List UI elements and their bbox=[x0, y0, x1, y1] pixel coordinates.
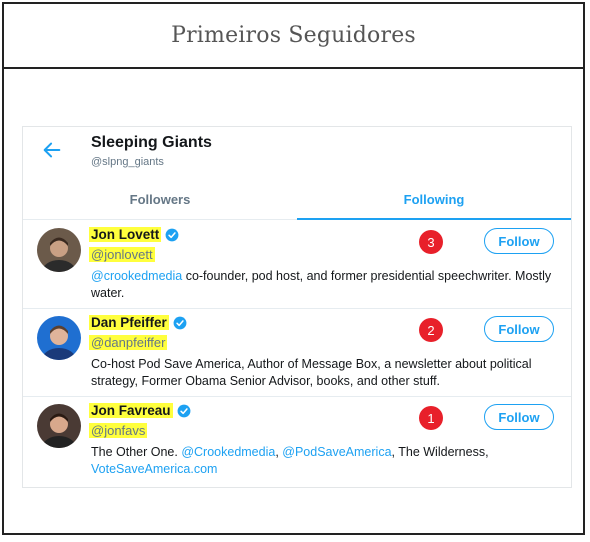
follow-button[interactable]: Follow bbox=[484, 228, 554, 254]
user-row[interactable]: Jon Favreau @jonfavs 1 Follow The Other … bbox=[23, 396, 571, 484]
figure-title: Primeiros Seguidores bbox=[171, 23, 416, 48]
bio-text: , The Wilderness, bbox=[391, 445, 489, 459]
user-bio: Co-host Pod Save America, Author of Mess… bbox=[91, 356, 561, 390]
rank-badge: 1 bbox=[419, 406, 443, 430]
tab-bar: Followers Following bbox=[23, 179, 571, 220]
user-handle: @jonlovett bbox=[89, 247, 155, 262]
user-name[interactable]: Jon Favreau bbox=[89, 403, 173, 418]
verified-badge-icon bbox=[177, 404, 190, 417]
bio-text: Co-host Pod Save America, Author of Mess… bbox=[91, 357, 532, 388]
user-name-line: Jon Lovett bbox=[89, 227, 179, 242]
tab-following[interactable]: Following bbox=[297, 179, 571, 220]
back-arrow-icon[interactable] bbox=[41, 139, 63, 161]
user-name-line: Jon Favreau bbox=[89, 403, 191, 418]
rank-badge: 2 bbox=[419, 318, 443, 342]
bio-link[interactable]: @crookedmedia bbox=[91, 269, 182, 283]
bio-link[interactable]: @Crookedmedia bbox=[181, 445, 275, 459]
profile-header: Sleeping Giants @slpng_giants bbox=[23, 127, 571, 179]
user-name[interactable]: Dan Pfeiffer bbox=[89, 315, 169, 330]
avatar[interactable] bbox=[37, 228, 81, 272]
user-bio: The Other One. @Crookedmedia, @PodSaveAm… bbox=[91, 444, 561, 478]
user-name-line: Dan Pfeiffer bbox=[89, 315, 187, 330]
tab-followers[interactable]: Followers bbox=[23, 179, 297, 219]
user-bio: @crookedmedia co-founder, pod host, and … bbox=[91, 268, 561, 302]
account-handle: @slpng_giants bbox=[91, 156, 164, 168]
user-row[interactable]: Jon Lovett @jonlovett 3 Follow @crookedm… bbox=[23, 220, 571, 309]
verified-badge-icon bbox=[165, 228, 179, 241]
verified-badge-icon bbox=[173, 316, 187, 329]
user-name[interactable]: Jon Lovett bbox=[89, 227, 162, 242]
figure-frame: Primeiros Seguidores Sleeping Giants @sl… bbox=[2, 2, 585, 535]
avatar[interactable] bbox=[37, 404, 81, 448]
bio-link[interactable]: VoteSaveAmerica.com bbox=[91, 462, 217, 476]
user-handle: @jonfavs bbox=[89, 423, 148, 438]
avatar[interactable] bbox=[37, 316, 81, 360]
twitter-following-panel: Sleeping Giants @slpng_giants Followers … bbox=[22, 126, 572, 488]
follow-button[interactable]: Follow bbox=[484, 316, 554, 342]
follow-button[interactable]: Follow bbox=[484, 404, 554, 430]
user-row[interactable]: Dan Pfeiffer @danpfeiffer 2 Follow Co-ho… bbox=[23, 308, 571, 397]
bio-text: The Other One. bbox=[91, 445, 182, 459]
figure-header: Primeiros Seguidores bbox=[4, 4, 583, 69]
rank-badge: 3 bbox=[419, 230, 443, 254]
account-name: Sleeping Giants bbox=[91, 134, 212, 151]
user-handle: @danpfeiffer bbox=[89, 335, 168, 350]
bio-link[interactable]: @PodSaveAmerica bbox=[282, 445, 391, 459]
